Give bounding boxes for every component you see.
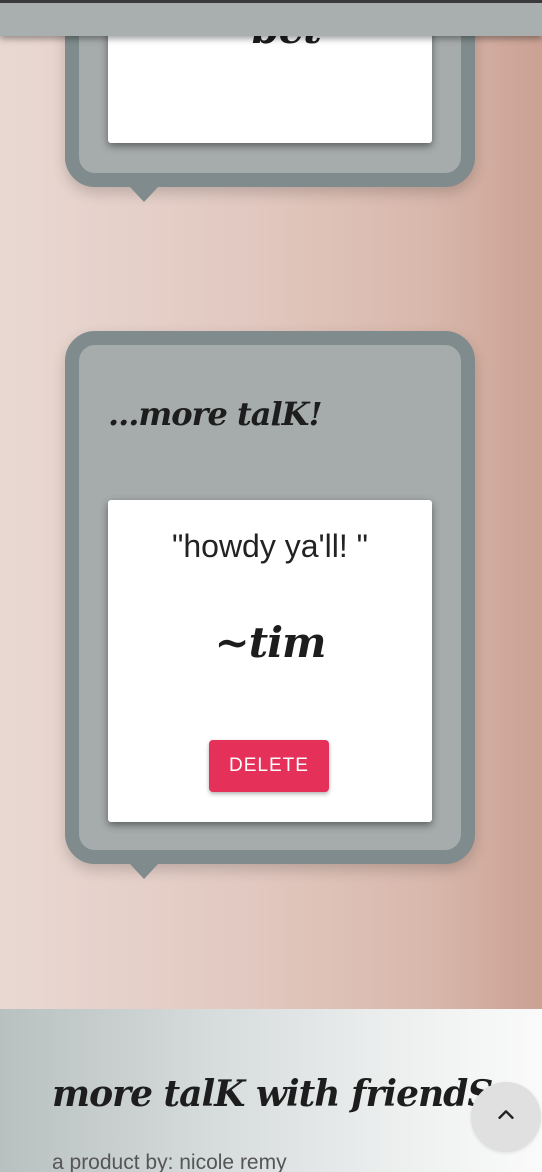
top-app-bar [0, 0, 542, 36]
scroll-top-button[interactable] [471, 1082, 541, 1152]
footer-credit: a product by: nicole remy [52, 1151, 287, 1172]
post-bubble: ...more talK! "howdy ya'll! " ~tim DELET… [65, 331, 475, 879]
chevron-up-icon [495, 1104, 517, 1131]
footer-title: more talK with friendS [52, 1073, 493, 1115]
post-title: ...more talK! [108, 395, 323, 433]
bubble-tail [130, 187, 158, 202]
post-author: ~tim [214, 618, 327, 667]
footer: more talK with friendS a product by: nic… [0, 1009, 542, 1172]
delete-button[interactable]: DELETE [209, 740, 329, 792]
post-card: "howdy ya'll! " ~tim DELETE [108, 500, 432, 822]
post-quote: "howdy ya'll! " [171, 528, 368, 564]
bubble-tail [130, 864, 158, 879]
